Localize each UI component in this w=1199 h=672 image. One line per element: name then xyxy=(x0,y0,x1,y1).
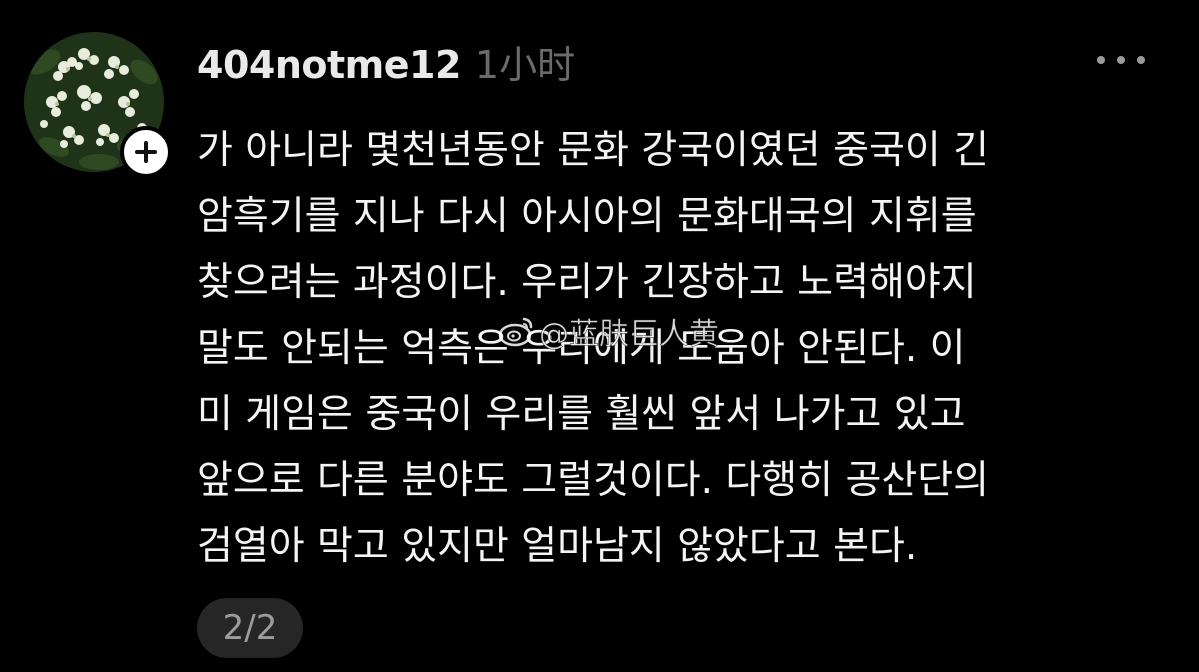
comment-text-line: 말도 안되는 억측은 우리에게 도움아 안된다. 이 xyxy=(197,326,966,371)
page-indicator-badge[interactable]: 2/2 xyxy=(197,598,303,658)
follow-button[interactable] xyxy=(120,126,172,178)
comment-text-line: 암흑기를 지나 다시 아시아의 문화대국의 지휘를 xyxy=(197,194,977,239)
comment-text-line: 미 게임은 중국이 우리를 훨씬 앞서 나가고 있고 xyxy=(197,392,966,437)
avatar-container[interactable] xyxy=(24,32,172,178)
comment-text-line: 검열아 막고 있지만 얼마남지 않았다고 본다. xyxy=(197,524,918,569)
more-options-button[interactable] xyxy=(1097,50,1145,70)
plus-icon xyxy=(135,141,157,163)
timestamp: 1小时 xyxy=(474,43,576,87)
more-horizontal-icon-dot xyxy=(1137,56,1145,64)
more-horizontal-icon xyxy=(1097,56,1105,64)
comment-header: 404notme12 1小时 xyxy=(197,34,576,87)
comment-text-line: 가 아니라 몇천년동안 문화 강국이였던 중국이 긴 xyxy=(197,128,989,173)
comment-text[interactable]: 가 아니라 몇천년동안 문화 강국이였던 중국이 긴 암흑기를 지나 다시 아시… xyxy=(197,118,1157,580)
more-horizontal-icon-dot xyxy=(1117,56,1125,64)
username[interactable]: 404notme12 xyxy=(197,43,461,87)
comment-text-line: 앞으로 다른 분야도 그럴것이다. 다행히 공산단의 xyxy=(197,458,989,503)
comment-text-line: 찾으려는 과정이다. 우리가 긴장하고 노력해야지 xyxy=(197,260,977,305)
